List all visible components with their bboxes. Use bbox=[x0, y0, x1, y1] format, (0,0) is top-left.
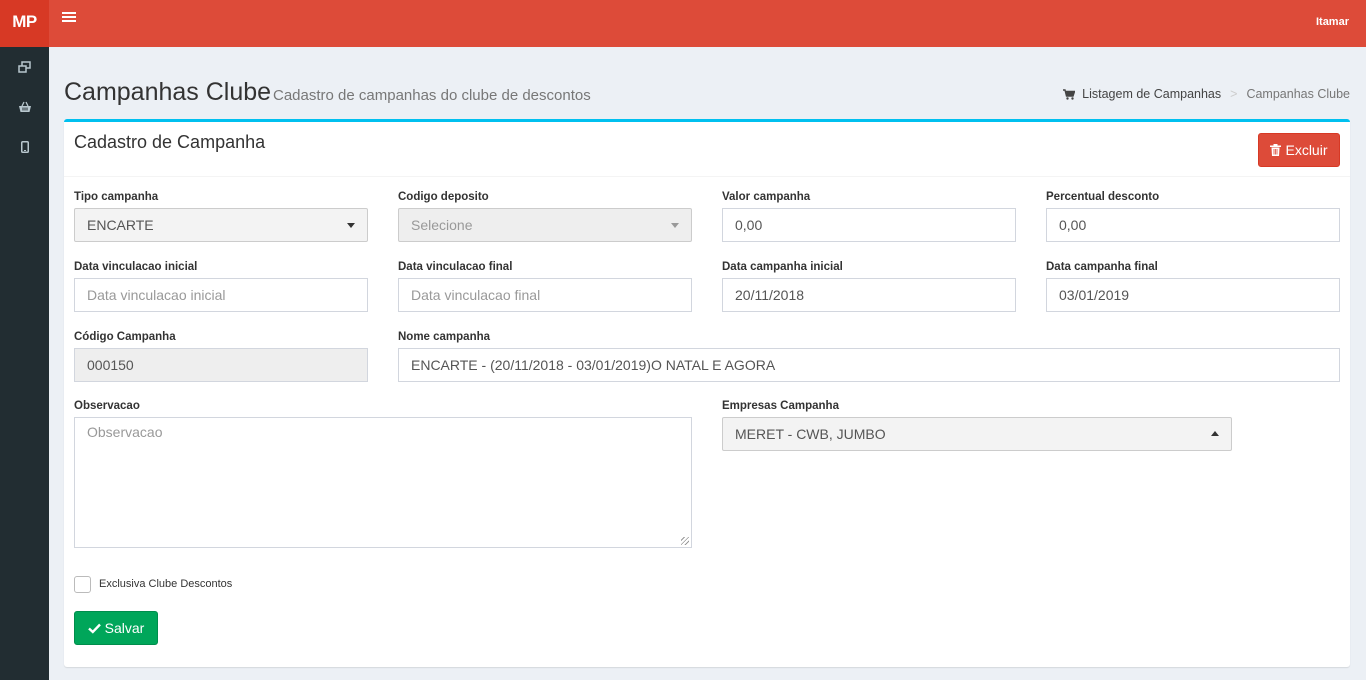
data-campanha-final-input[interactable]: 03/01/2019 bbox=[1046, 278, 1340, 312]
percentual-desconto-input[interactable]: 0,00 bbox=[1046, 208, 1340, 242]
save-button[interactable]: Salvar bbox=[74, 611, 158, 645]
basket-icon bbox=[18, 101, 31, 112]
sidebar-item-basket[interactable] bbox=[0, 87, 49, 127]
codigo-campanha-label: Código Campanha bbox=[74, 331, 176, 343]
windows-icon bbox=[18, 61, 31, 73]
breadcrumb-separator: > bbox=[1230, 87, 1238, 101]
box-title: Cadastro de Campanha bbox=[74, 132, 266, 152]
data-campanha-inicial-input[interactable]: 20/11/2018 bbox=[722, 278, 1016, 312]
caret-up-icon bbox=[1211, 431, 1219, 436]
breadcrumb-link-listagem[interactable]: Listagem de Campanhas bbox=[1082, 87, 1221, 101]
codigo-deposito-label: Codigo deposito bbox=[398, 191, 489, 203]
check-icon bbox=[87, 623, 101, 634]
valor-campanha-label: Valor campanha bbox=[722, 191, 811, 203]
data-campanha-final-label: Data campanha final bbox=[1046, 261, 1158, 273]
tipo-campanha-value: ENCARTE bbox=[87, 217, 154, 233]
delete-button[interactable]: Excluir bbox=[1258, 133, 1340, 167]
codigo-deposito-select[interactable]: Selecione bbox=[398, 208, 692, 242]
caret-down-icon bbox=[671, 223, 679, 228]
exclusiva-clube-checkbox[interactable] bbox=[74, 576, 91, 593]
page-subtitle: Cadastro de campanhas do clube de descon… bbox=[273, 87, 591, 104]
save-button-label: Salvar bbox=[104, 620, 145, 636]
form-box: Cadastro de Campanha Excluir Tipo campan… bbox=[64, 119, 1350, 667]
breadcrumb: Listagem de Campanhas > Campanhas Clube bbox=[1063, 87, 1350, 101]
sidebar bbox=[0, 47, 49, 680]
exclusiva-clube-label[interactable]: Exclusiva Clube Descontos bbox=[99, 578, 232, 590]
breadcrumb-current: Campanhas Clube bbox=[1246, 87, 1350, 101]
data-campanha-inicial-label: Data campanha inicial bbox=[722, 261, 843, 273]
codigo-campanha-input[interactable]: 000150 bbox=[74, 348, 368, 382]
percentual-desconto-label: Percentual desconto bbox=[1046, 191, 1160, 203]
caret-down-icon bbox=[347, 223, 355, 228]
top-header: MP Itamar bbox=[0, 0, 1366, 47]
tipo-campanha-label: Tipo campanha bbox=[74, 191, 159, 203]
sidebar-item-windows[interactable] bbox=[0, 47, 49, 87]
data-vinculacao-final-label: Data vinculacao final bbox=[398, 261, 513, 273]
codigo-deposito-value: Selecione bbox=[411, 217, 473, 233]
observacao-placeholder: Observacao bbox=[87, 424, 163, 440]
hamburger-icon[interactable] bbox=[62, 12, 76, 24]
user-menu[interactable]: Itamar bbox=[1316, 16, 1349, 28]
cart-icon bbox=[1063, 88, 1076, 100]
empresas-campanha-value: MERET - CWB, JUMBO bbox=[735, 426, 886, 442]
observacao-label: Observacao bbox=[74, 400, 140, 412]
nome-campanha-input[interactable]: ENCARTE - (20/11/2018 - 03/01/2019)O NAT… bbox=[398, 348, 1340, 382]
delete-button-label: Excluir bbox=[1285, 142, 1328, 158]
sidebar-item-mobile[interactable] bbox=[0, 127, 49, 167]
box-header: Cadastro de Campanha Excluir bbox=[64, 122, 1350, 177]
nome-campanha-label: Nome campanha bbox=[398, 331, 491, 343]
trash-icon bbox=[1270, 144, 1282, 156]
mobile-icon bbox=[20, 141, 29, 153]
data-vinculacao-final-input[interactable]: Data vinculacao final bbox=[398, 278, 692, 312]
resize-handle-icon[interactable] bbox=[681, 537, 689, 545]
empresas-campanha-select[interactable]: MERET - CWB, JUMBO bbox=[722, 417, 1232, 451]
empresas-campanha-label: Empresas Campanha bbox=[722, 400, 839, 412]
tipo-campanha-select[interactable]: ENCARTE bbox=[74, 208, 368, 242]
valor-campanha-input[interactable]: 0,00 bbox=[722, 208, 1016, 242]
page-title: Campanhas Clube bbox=[64, 78, 272, 106]
data-vinculacao-inicial-input[interactable]: Data vinculacao inicial bbox=[74, 278, 368, 312]
app-logo[interactable]: MP bbox=[0, 0, 49, 47]
data-vinculacao-inicial-label: Data vinculacao inicial bbox=[74, 261, 198, 273]
observacao-textarea[interactable]: Observacao bbox=[74, 417, 692, 548]
